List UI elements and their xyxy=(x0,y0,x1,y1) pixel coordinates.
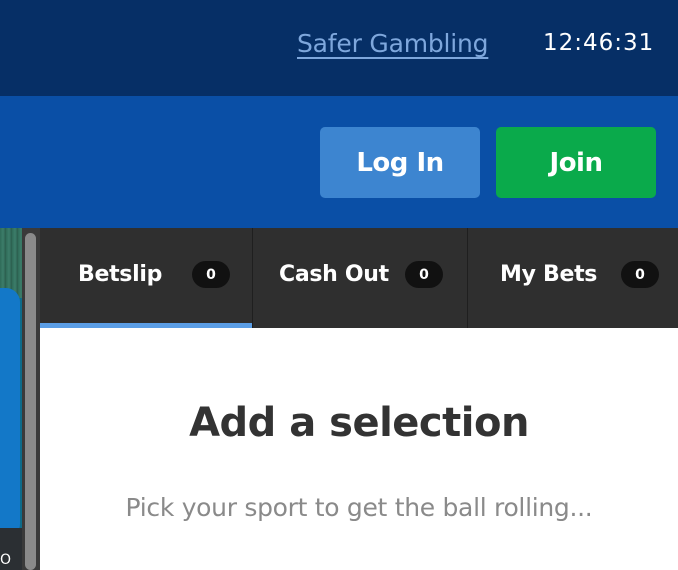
video-player-figure xyxy=(0,288,20,538)
header-bar: Log In Join xyxy=(0,96,678,228)
count-badge: 0 xyxy=(621,261,659,288)
live-video-thumbnail[interactable]: O xyxy=(0,228,22,570)
app-page: Safer Gambling 12:46:31 Log In Join O Be… xyxy=(0,0,678,570)
tab-label: My Bets xyxy=(500,262,598,287)
empty-state-title: Add a selection xyxy=(189,400,529,446)
top-bar: Safer Gambling 12:46:31 xyxy=(0,0,678,96)
tab-label: Betslip xyxy=(78,262,163,287)
betslip-tabs: Betslip 0 Cash Out 0 My Bets 0 xyxy=(40,228,678,328)
join-button[interactable]: Join xyxy=(496,127,656,198)
tab-my-bets[interactable]: My Bets 0 xyxy=(467,228,678,328)
tab-betslip[interactable]: Betslip 0 xyxy=(40,228,252,328)
tab-cash-out[interactable]: Cash Out 0 xyxy=(252,228,467,328)
safer-gambling-link[interactable]: Safer Gambling xyxy=(297,29,489,58)
count-badge: 0 xyxy=(405,261,443,288)
count-badge: 0 xyxy=(192,261,230,288)
scrollbar-thumb[interactable] xyxy=(25,233,36,570)
video-caption: O xyxy=(0,552,12,568)
empty-state-subtitle: Pick your sport to get the ball rolling.… xyxy=(125,493,593,522)
login-button[interactable]: Log In xyxy=(320,127,480,198)
clock: 12:46:31 xyxy=(543,30,655,56)
betslip-panel: Add a selection Pick your sport to get t… xyxy=(40,328,678,570)
tab-label: Cash Out xyxy=(279,262,389,287)
